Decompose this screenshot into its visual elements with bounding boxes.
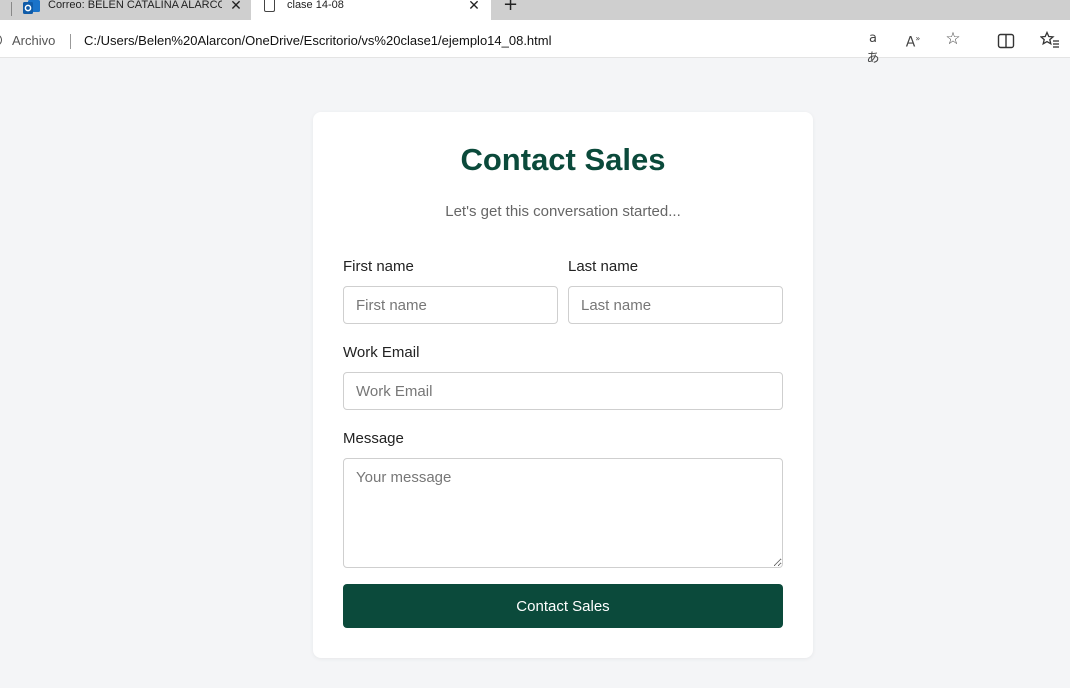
close-tab-icon[interactable]: ✕ [229, 0, 243, 12]
translate-icon[interactable]: aあ [863, 29, 883, 66]
favorite-star-icon[interactable]: ☆ [943, 29, 963, 49]
contact-sales-button[interactable]: Contact Sales [343, 584, 783, 628]
tab-outlook-mail[interactable]: Correo: BELEN CATALINA ALARCON ✕ [8, 0, 250, 20]
first-name-input[interactable] [343, 286, 558, 324]
page-title: Contact Sales [460, 142, 666, 177]
info-icon[interactable]: i [0, 34, 2, 46]
favorites-icon[interactable] [1040, 30, 1060, 50]
document-icon [264, 0, 275, 12]
tab-clase[interactable]: clase 14-08 ✕ [251, 0, 491, 20]
address-divider [70, 34, 71, 49]
tab-divider [11, 2, 12, 16]
contact-card: Contact Sales Let's get this conversatio… [313, 112, 813, 658]
split-screen-icon[interactable] [997, 31, 1015, 51]
outlook-icon [23, 0, 40, 14]
page-subtitle: Let's get this conversation started... [445, 203, 681, 220]
last-name-label: Last name [568, 258, 639, 275]
read-aloud-icon[interactable]: A» [904, 29, 922, 51]
message-label: Message [343, 430, 404, 447]
work-email-label: Work Email [343, 344, 420, 361]
work-email-input[interactable] [343, 372, 783, 410]
tab-label: clase 14-08 [287, 0, 344, 11]
close-tab-icon[interactable]: ✕ [467, 0, 481, 12]
scheme-label: Archivo [12, 33, 56, 48]
address-bar[interactable]: i Archivo C:/Users/Belen%20Alarcon/OneDr… [0, 22, 978, 56]
url-text[interactable]: C:/Users/Belen%20Alarcon/OneDrive/Escrit… [84, 33, 552, 48]
last-name-input[interactable] [568, 286, 783, 324]
new-tab-button[interactable]: + [503, 0, 518, 14]
tab-strip: Correo: BELEN CATALINA ALARCON ✕ clase 1… [0, 0, 1070, 20]
tab-label: Correo: BELEN CATALINA ALARCON [48, 0, 222, 11]
message-textarea[interactable] [343, 458, 783, 568]
browser-toolbar: i Archivo C:/Users/Belen%20Alarcon/OneDr… [0, 20, 1070, 66]
first-name-label: First name [343, 258, 414, 275]
